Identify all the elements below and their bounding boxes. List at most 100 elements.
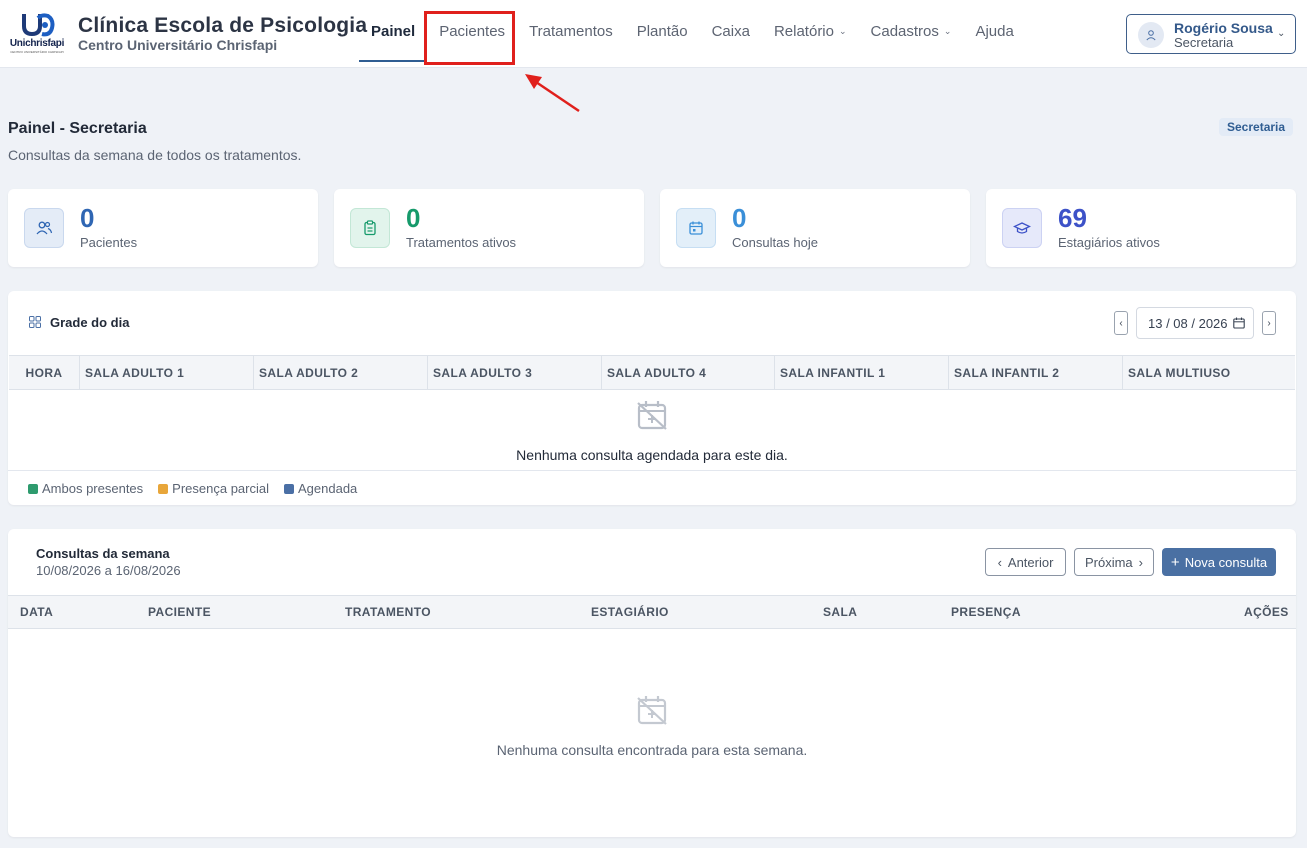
legend-label: Agendada	[298, 481, 358, 496]
nav-caixa[interactable]: Caixa	[700, 0, 762, 62]
user-name: Rogério Sousa	[1174, 20, 1273, 36]
column-header: SALA ADULTO 4	[601, 356, 774, 389]
nav-label: Painel	[371, 22, 416, 40]
previous-day-button[interactable]: ‹	[1114, 311, 1128, 335]
chevron-left-icon: ‹	[997, 554, 1002, 570]
legend-label: Ambos presentes	[42, 481, 144, 496]
calendar-icon	[1232, 317, 1245, 329]
nav-label: Ajuda	[975, 22, 1014, 40]
date-value: 13 / 08 / 2026	[1148, 315, 1228, 331]
nav-label: Caixa	[711, 22, 750, 40]
legend-swatch	[28, 483, 38, 494]
grid-empty-message: Nenhuma consulta agendada para este dia.	[516, 447, 788, 463]
nav-painel[interactable]: Painel	[359, 0, 428, 62]
stat-value: 0	[406, 203, 421, 233]
week-table-header: DATA PACIENTE TRATAMENTO ESTAGIÁRIO SALA…	[8, 595, 1296, 629]
column-header: SALA INFANTIL 2	[948, 356, 1122, 389]
legend-item-agendada: Agendada	[284, 481, 357, 496]
user-role: Secretaria	[1174, 35, 1234, 50]
legend-swatch	[158, 483, 169, 494]
column-header: ESTAGIÁRIO	[591, 605, 669, 619]
stat-card-tratamentos: 0 Tratamentos ativos	[334, 189, 644, 267]
grid-icon	[29, 316, 41, 328]
week-title: Consultas da semana	[36, 546, 170, 561]
stat-label: Tratamentos ativos	[406, 235, 517, 250]
date-input[interactable]: 13 / 08 / 2026	[1136, 307, 1254, 339]
clipboard-icon	[350, 208, 390, 248]
column-header: SALA INFANTIL 1	[774, 356, 948, 389]
page-subtitle: Consultas da semana de todos os tratamen…	[8, 147, 302, 163]
page-title: Painel - Secretaria	[8, 120, 147, 137]
weekly-consultations-card: Consultas da semana 10/08/2026 a 16/08/2…	[8, 529, 1296, 837]
legend-swatch	[284, 483, 294, 494]
calendar-off-icon	[637, 401, 667, 430]
calendar-icon	[676, 208, 716, 248]
users-icon	[24, 208, 64, 248]
button-label: Anterior	[1007, 554, 1054, 570]
stat-value: 69	[1058, 203, 1087, 233]
divider	[8, 470, 1296, 471]
logo-subtext: CENTRO UNIVERSITÁRIO CHRISFAPI	[10, 50, 64, 54]
next-day-button[interactable]: ›	[1262, 311, 1276, 335]
button-label: Próxima	[1084, 554, 1133, 570]
column-header: AÇÕES	[1244, 605, 1289, 619]
button-label: Nova consulta	[1184, 554, 1268, 570]
plus-icon: +	[1170, 553, 1180, 571]
column-header: SALA MULTIUSO	[1122, 356, 1295, 389]
nav-plantao[interactable]: Plantão	[625, 0, 700, 62]
brand-subtitle: Centro Universitário Chrisfapi	[78, 37, 278, 53]
nav-ajuda[interactable]: Ajuda	[963, 0, 1025, 62]
stat-card-estagiarios: 69 Estagiários ativos	[986, 189, 1296, 267]
unichrisfapi-logo[interactable]: Unichrisfapi CENTRO UNIVERSITÁRIO CHRISF…	[8, 12, 66, 56]
column-header: PACIENTE	[148, 605, 211, 619]
brand-title: Clínica Escola de Psicologia	[78, 14, 368, 37]
annotation-arrow-icon	[525, 74, 580, 113]
column-header: HORA	[25, 365, 63, 380]
daily-grid-card: Grade do dia ‹ 13 / 08 / 2026 › HORA SAL…	[8, 291, 1296, 505]
legend-item-presenca-parcial: Presença parcial	[158, 481, 269, 496]
stat-value: 0	[732, 203, 747, 233]
user-menu-button[interactable]: Rogério Sousa Secretaria ⌄	[1126, 14, 1296, 54]
stat-label: Consultas hoje	[732, 235, 818, 250]
column-header: SALA ADULTO 3	[427, 356, 601, 389]
logo-mark-icon	[22, 13, 55, 37]
column-header: TRATAMENTO	[345, 605, 431, 619]
nav-cadastros[interactable]: Cadastros ⌄	[859, 0, 964, 62]
legend-label: Presença parcial	[172, 481, 269, 496]
stat-card-pacientes: 0 Pacientes	[8, 189, 318, 267]
chevron-right-icon: ›	[1138, 554, 1144, 570]
nav-relatorio[interactable]: Relatório ⌄	[762, 0, 859, 62]
role-badge: Secretaria	[1219, 118, 1294, 136]
user-avatar	[1138, 22, 1164, 48]
status-legend: Ambos presentes Presença parcial Agendad…	[28, 481, 372, 496]
legend-item-ambos-presentes: Ambos presentes	[28, 481, 143, 496]
chevron-left-icon: ‹	[1119, 317, 1123, 329]
stat-label: Pacientes	[80, 235, 138, 250]
column-header: SALA ADULTO 1	[79, 356, 253, 389]
chevron-down-icon: ⌄	[943, 25, 952, 36]
nav-label: Plantão	[636, 22, 688, 40]
nav-tratamentos[interactable]: Tratamentos	[517, 0, 625, 62]
logo-text: Unichrisfapi	[9, 38, 65, 49]
previous-week-button[interactable]: ‹ Anterior	[985, 548, 1066, 576]
grid-title: Grade do dia	[50, 315, 130, 330]
column-header: SALA	[823, 605, 858, 619]
nav-label: Cadastros	[870, 22, 939, 40]
calendar-off-icon	[637, 696, 667, 725]
new-consultation-button[interactable]: + Nova consulta	[1162, 548, 1276, 576]
column-header: DATA	[20, 605, 54, 619]
column-header: PRESENÇA	[951, 605, 1021, 619]
nav-label: Relatório	[773, 22, 834, 40]
week-date-range: 10/08/2026 a 16/08/2026	[36, 563, 181, 578]
app-header: Unichrisfapi CENTRO UNIVERSITÁRIO CHRISF…	[0, 0, 1307, 68]
stat-value: 0	[80, 203, 95, 233]
column-header: SALA ADULTO 2	[253, 356, 427, 389]
highlight-annotation-box	[424, 11, 515, 65]
chevron-down-icon: ⌄	[1277, 28, 1286, 39]
stat-label: Estagiários ativos	[1058, 235, 1160, 250]
stat-card-consultas-hoje: 0 Consultas hoje	[660, 189, 970, 267]
week-empty-message: Nenhuma consulta encontrada para esta se…	[496, 742, 808, 758]
graduation-cap-icon	[1002, 208, 1042, 248]
next-week-button[interactable]: Próxima ›	[1074, 548, 1154, 576]
room-columns-header: HORA SALA ADULTO 1 SALA ADULTO 2 SALA AD…	[9, 355, 1295, 390]
